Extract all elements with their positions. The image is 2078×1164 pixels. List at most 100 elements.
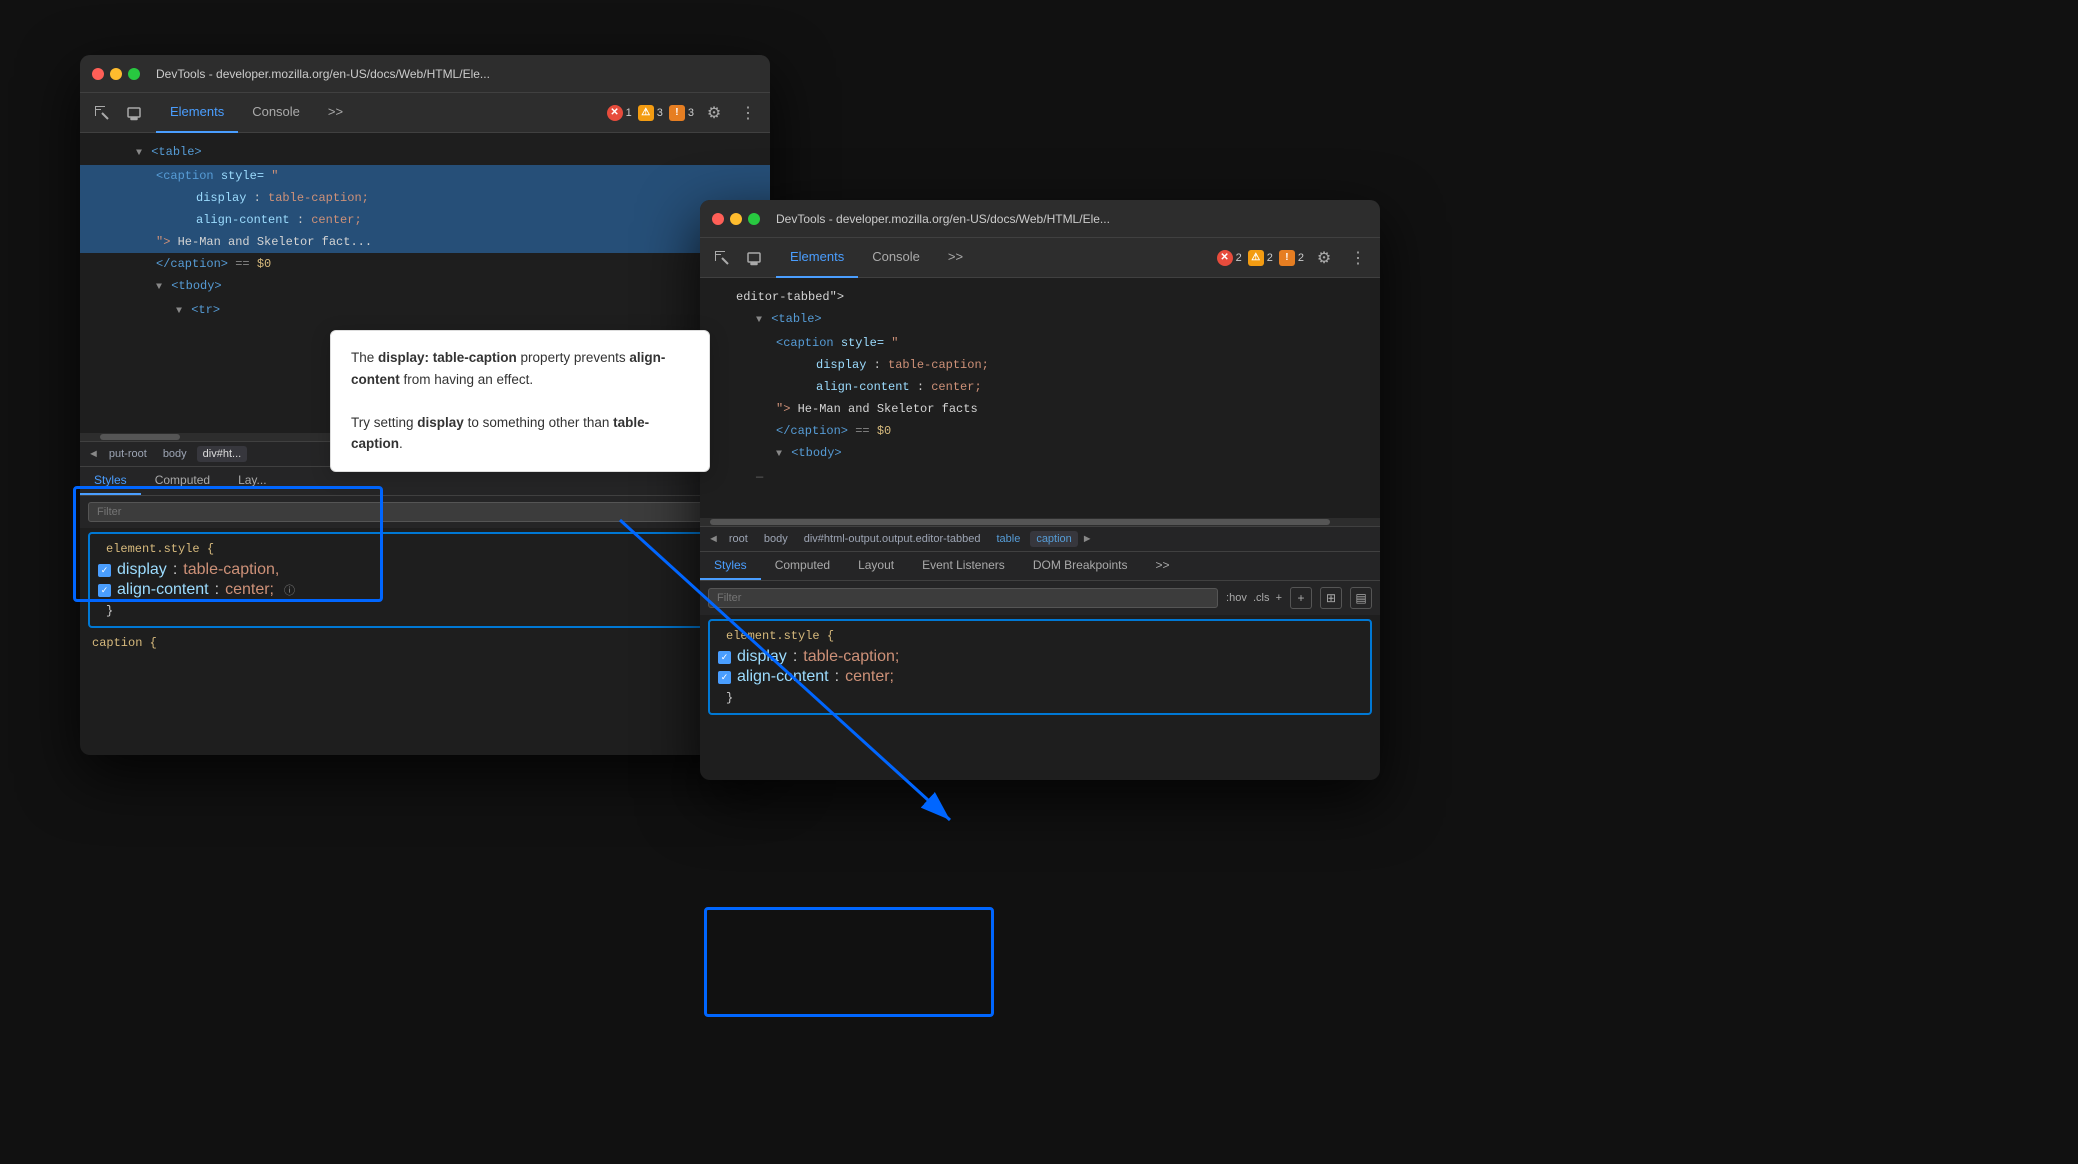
maximize-button-1[interactable] (128, 68, 140, 80)
css-align-checkbox-1[interactable]: ✓ (98, 584, 111, 597)
minimize-button-2[interactable] (730, 213, 742, 225)
tab-more-styles-2[interactable]: >> (1142, 552, 1184, 580)
breadcrumb-forward-2[interactable]: ► (1082, 533, 1093, 545)
toggle-icon[interactable]: ▤ (1350, 587, 1372, 609)
html-line-dash-2: — (700, 466, 1380, 488)
new-style-icon[interactable]: + (1290, 587, 1312, 609)
tab-styles-1[interactable]: Styles (80, 467, 141, 495)
tab-event-listeners-2[interactable]: Event Listeners (908, 552, 1019, 580)
toolbar-badges-2: ✕ 2 ⚠ 2 ! 2 ⚙ ⋮ (1217, 244, 1372, 272)
html-line-table[interactable]: ▼ <table> (80, 141, 770, 165)
info-icon-2: ! (1279, 250, 1295, 266)
window-title-2: DevTools - developer.mozilla.org/en-US/d… (776, 212, 1110, 226)
devtools-toolbar-2: Elements Console >> ✕ 2 ⚠ 2 ! 2 ⚙ ⋮ (700, 238, 1380, 278)
class-icon[interactable]: ⊞ (1320, 587, 1342, 609)
traffic-lights-1 (92, 68, 140, 80)
breadcrumb-back-2[interactable]: ◄ (708, 533, 719, 545)
breadcrumb-body-1[interactable]: body (157, 446, 193, 462)
html-line-tbody[interactable]: ▼ <tbody> (80, 275, 770, 299)
close-button-2[interactable] (712, 213, 724, 225)
breadcrumb-body-2[interactable]: body (758, 531, 794, 547)
tab-console-1[interactable]: Console (238, 93, 314, 133)
tooltip-line1: The display: table-caption property prev… (351, 347, 689, 390)
css-display-row-2: ✓ display : table-caption; (714, 647, 1366, 667)
warning-icon-2: ⚠ (1248, 250, 1264, 266)
tooltip-box: The display: table-caption property prev… (330, 330, 710, 472)
styles-tabs-2: Styles Computed Layout Event Listeners D… (700, 552, 1380, 581)
breadcrumb-caption-2[interactable]: caption (1030, 531, 1077, 547)
breadcrumb-div-2[interactable]: div#html-output.output.editor-tabbed (798, 531, 987, 547)
css-close-1: } (94, 600, 756, 622)
html-line-display[interactable]: display : table-caption; (80, 187, 770, 209)
settings-icon-2[interactable]: ⚙ (1310, 244, 1338, 272)
minimize-button-1[interactable] (110, 68, 122, 80)
maximize-button-2[interactable] (748, 213, 760, 225)
tab-more-1[interactable]: >> (314, 93, 357, 133)
css-display-checkbox-1[interactable]: ✓ (98, 564, 111, 577)
titlebar-2: DevTools - developer.mozilla.org/en-US/d… (700, 200, 1380, 238)
breadcrumb-back-1[interactable]: ◄ (88, 448, 99, 460)
html-line-caption-open-2[interactable]: <caption style= " (700, 332, 1380, 354)
html-line-align-2[interactable]: align-content : center; (700, 376, 1380, 398)
breadcrumb-put-root[interactable]: put-root (103, 446, 153, 462)
scrollbar-h-2[interactable] (700, 518, 1380, 526)
scrollbar-thumb-h-1[interactable] (100, 434, 180, 440)
html-line-caption-close-2[interactable]: </caption> == $0 (700, 420, 1380, 442)
tab-computed-2[interactable]: Computed (761, 552, 844, 580)
filter-suffix: :hov .cls + (1226, 592, 1282, 604)
html-line-display-2[interactable]: display : table-caption; (700, 354, 1380, 376)
titlebar-1: DevTools - developer.mozilla.org/en-US/d… (80, 55, 770, 93)
filter-input-2[interactable] (708, 588, 1218, 608)
html-line-caption-open[interactable]: <caption style= " (80, 165, 770, 187)
css-rule-box-2: element.style { ✓ display : table-captio… (708, 619, 1372, 715)
warning-badge-1: ⚠ 3 (638, 105, 663, 121)
tab-layout-2[interactable]: Layout (844, 552, 908, 580)
css-display-checkbox-2[interactable]: ✓ (718, 651, 731, 664)
css-selector-1: element.style { (94, 538, 756, 560)
more-menu-icon-1[interactable]: ⋮ (734, 99, 762, 127)
breadcrumb-div-1[interactable]: div#ht... (197, 446, 248, 462)
error-badge-1: ✕ 1 (607, 105, 632, 121)
device-icon-2[interactable] (740, 244, 768, 272)
filter-input-1[interactable] (88, 502, 762, 522)
inspect-icon-2[interactable] (708, 244, 736, 272)
devtools-window-2[interactable]: DevTools - developer.mozilla.org/en-US/d… (700, 200, 1380, 780)
html-line-editor-tabbed[interactable]: editor-tabbed"> (700, 286, 1380, 308)
css-caption-selector-1: caption { (80, 632, 770, 654)
device-icon-1[interactable] (120, 99, 148, 127)
styles-filter-2: :hov .cls + + ⊞ ▤ (700, 581, 1380, 615)
html-line-table-2[interactable]: ▼ <table> (700, 308, 1380, 332)
tab-computed-1[interactable]: Computed (141, 467, 224, 495)
devtools-toolbar-1: Elements Console >> ✕ 1 ⚠ 3 ! 3 ⚙ ⋮ (80, 93, 770, 133)
close-button-1[interactable] (92, 68, 104, 80)
breadcrumb-table-2[interactable]: table (990, 531, 1026, 547)
styles-filter-1 (80, 496, 770, 528)
tab-more-2[interactable]: >> (934, 238, 977, 278)
html-line-align[interactable]: align-content : center; (80, 209, 770, 231)
toolbar-tabs-2: Elements Console >> (776, 238, 977, 277)
html-line-tr[interactable]: ▼ <tr> (80, 299, 770, 323)
tab-elements-2[interactable]: Elements (776, 238, 858, 278)
tab-elements-1[interactable]: Elements (156, 93, 238, 133)
scrollbar-thumb-h-2[interactable] (710, 519, 1330, 525)
inspect-icon-1[interactable] (88, 99, 116, 127)
html-line-tbody-2[interactable]: ▼ <tbody> (700, 442, 1380, 466)
tab-layout-1[interactable]: Lay... (224, 467, 280, 495)
html-line-caption-text[interactable]: "> He-Man and Skeletor fact... (80, 231, 770, 253)
settings-icon-1[interactable]: ⚙ (700, 99, 728, 127)
breadcrumb-2: ◄ root body div#html-output.output.edito… (700, 526, 1380, 552)
window-title-1: DevTools - developer.mozilla.org/en-US/d… (156, 67, 490, 81)
toolbar-badges-1: ✕ 1 ⚠ 3 ! 3 ⚙ ⋮ (607, 99, 762, 127)
tab-styles-2[interactable]: Styles (700, 552, 761, 580)
css-align-row-2: ✓ align-content : center; (714, 667, 1366, 687)
css-align-checkbox-2[interactable]: ✓ (718, 671, 731, 684)
warning-badge-2: ⚠ 2 (1248, 250, 1273, 266)
more-menu-icon-2[interactable]: ⋮ (1344, 244, 1372, 272)
tooltip-line2: Try setting display to something other t… (351, 412, 689, 455)
html-line-caption-text-2[interactable]: "> He-Man and Skeletor facts (700, 398, 1380, 420)
breadcrumb-root-2[interactable]: root (723, 531, 754, 547)
tab-console-2[interactable]: Console (858, 238, 934, 278)
html-line-caption-close[interactable]: </caption> == $0 (80, 253, 770, 275)
info-icon-1: ! (669, 105, 685, 121)
tab-dom-breakpoints-2[interactable]: DOM Breakpoints (1019, 552, 1142, 580)
